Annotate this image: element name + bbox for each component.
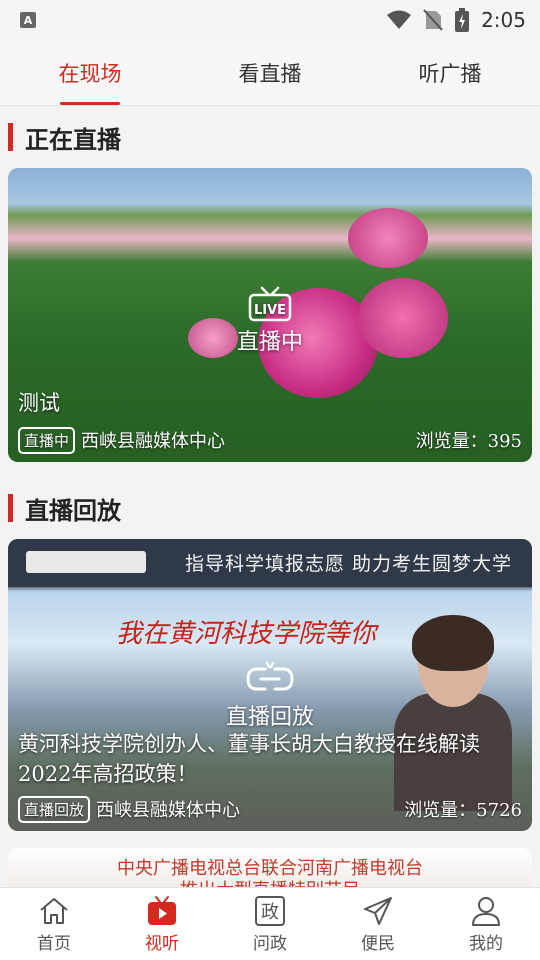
view-count: 浏览量：5726 [404, 800, 522, 821]
flower-image [348, 208, 428, 268]
source-name: 西峡县融媒体中心 [96, 800, 241, 821]
replay-status-label: 直播回放 [225, 705, 314, 730]
live-card[interactable]: LIVE 直播中 测试 直播中 西峡县融媒体中心 浏览量：395 [8, 168, 532, 462]
poster-banner-text: 指导科学填报志愿 助力考生圆梦大学 [184, 553, 512, 575]
wifi-icon [387, 10, 412, 29]
nav-politics-label: 问政 [253, 933, 287, 954]
send-icon [364, 896, 392, 925]
nav-video-label: 视听 [145, 933, 179, 954]
replay-card[interactable]: 指导科学填报志愿 助力考生圆梦大学 我在黄河科技学院等你 直播回放 黄河科技学院… [8, 539, 532, 831]
replay-card-title: 黄河科技学院创办人、董事长胡大白教授在线解读2022年高招政策！ [18, 732, 480, 786]
live-card-footer: 直播中 西峡县融媒体中心 浏览量：395 [18, 424, 522, 456]
user-icon [472, 896, 500, 926]
replay-overlay: 直播回放 [8, 661, 532, 731]
view-count: 浏览量：395 [415, 431, 522, 452]
live-tv-icon: LIVE [248, 286, 292, 322]
section-title-replay: 直播回放 [25, 495, 121, 525]
nav-profile[interactable]: 我的 [432, 888, 540, 960]
live-card-title: 测试 [18, 391, 60, 415]
section-accent-bar [8, 123, 13, 151]
bottom-nav: 首页 视听 政 问政 便民 我的 [0, 887, 540, 960]
link-icon [246, 661, 294, 691]
source-name: 西峡县融媒体中心 [81, 431, 226, 452]
svg-text:政: 政 [261, 902, 279, 923]
live-section-header: 正在直播 [8, 120, 121, 154]
nav-services[interactable]: 便民 [324, 888, 432, 960]
poster-calligraphy: 我在黄河科技学院等你 [116, 619, 377, 649]
replay-section-header: 直播回放 [8, 491, 121, 525]
status-bar: A 2:05 [0, 0, 540, 40]
battery-icon [455, 8, 470, 32]
poster-banner: 指导科学填报志愿 助力考生圆梦大学 [8, 539, 532, 587]
notification-icon: A [20, 12, 36, 28]
svg-text:LIVE: LIVE [254, 303, 286, 318]
replay-badge: 直播回放 [18, 795, 91, 823]
no-sim-icon [423, 9, 443, 31]
video-icon [148, 895, 176, 925]
replay-card-footer: 直播回放 西峡县融媒体中心 浏览量：5726 [18, 793, 522, 825]
nav-services-label: 便民 [361, 933, 395, 954]
tab-on-site[interactable]: 在现场 [0, 40, 180, 105]
nav-video[interactable]: 视听 [108, 888, 216, 960]
live-status-label: 直播中 [236, 330, 303, 355]
nav-profile-label: 我的 [469, 933, 503, 954]
university-logo [26, 551, 146, 573]
nav-home[interactable]: 首页 [0, 888, 108, 960]
nav-home-label: 首页 [37, 933, 71, 954]
zheng-icon: 政 [255, 895, 285, 926]
status-icons: 2:05 [387, 8, 526, 32]
section-title-live: 正在直播 [25, 124, 121, 154]
live-overlay: LIVE 直播中 [8, 286, 532, 356]
live-badge: 直播中 [18, 426, 76, 454]
clock: 2:05 [481, 8, 526, 32]
top-tabs: 在现场 看直播 听广播 [0, 40, 540, 106]
tab-watch-live[interactable]: 看直播 [180, 40, 360, 105]
tab-radio[interactable]: 听广播 [360, 40, 540, 105]
section-accent-bar [8, 494, 13, 522]
home-icon [40, 897, 68, 924]
nav-politics[interactable]: 政 问政 [216, 888, 324, 960]
